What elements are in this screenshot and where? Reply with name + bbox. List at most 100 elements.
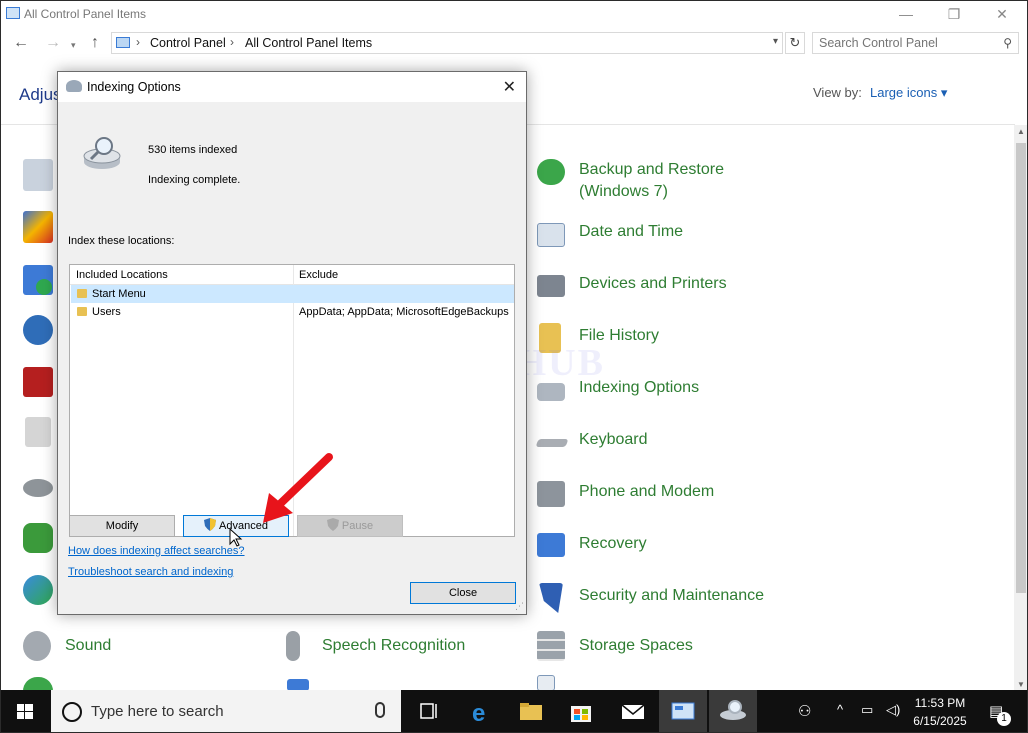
scrollbar-thumb[interactable] <box>1016 143 1026 593</box>
title-bar: All Control Panel Items — ❐ ✕ <box>1 1 1027 29</box>
back-arrow-icon[interactable]: ← <box>13 34 29 52</box>
view-by-dropdown[interactable]: Large icons ▾ <box>870 85 947 101</box>
list-header: Included Locations Exclude <box>70 265 514 285</box>
file-explorer-icon[interactable] <box>507 690 555 732</box>
dialog-title: Indexing Options <box>87 80 181 94</box>
control-panel-small-icon <box>116 37 130 48</box>
task-view-icon[interactable] <box>405 690 453 732</box>
indexing-options-dialog: Indexing Options ✕ 530 items indexed Ind… <box>57 71 527 615</box>
windows-logo-icon <box>17 704 33 719</box>
forward-arrow-icon[interactable]: → <box>45 34 61 52</box>
items-indexed-count: 530 items indexed <box>148 144 238 156</box>
resize-grip-icon[interactable]: ⋰ <box>515 601 524 612</box>
taskbar-navigation-icon[interactable] <box>537 675 555 691</box>
control-panel-taskbar-icon[interactable] <box>659 690 707 732</box>
location-exclude: AppData; AppData; MicrosoftEdgeBackups <box>299 306 509 318</box>
maximize-button[interactable]: ❐ <box>931 1 977 29</box>
page-heading: Adjus <box>19 85 62 104</box>
column-header-included[interactable]: Included Locations <box>76 269 168 281</box>
search-input[interactable] <box>819 34 999 52</box>
taskbar-search-box[interactable]: Type here to search <box>51 690 401 732</box>
cp-item-label: Sound <box>65 637 112 654</box>
indexing-disk-icon <box>83 137 121 169</box>
show-hidden-icons-chevron-icon[interactable]: ^ <box>837 702 843 717</box>
minimize-button[interactable]: — <box>883 1 929 29</box>
power-options-icon[interactable] <box>23 523 53 553</box>
edge-icon[interactable]: e <box>457 690 505 732</box>
mail-icon[interactable] <box>609 690 657 732</box>
devices-printers-icon <box>535 269 567 301</box>
list-item-users[interactable]: Users AppData; AppData; MicrosoftEdgeBac… <box>71 303 514 321</box>
column-header-exclude[interactable]: Exclude <box>299 269 338 281</box>
list-item-start-menu[interactable]: Start Menu <box>71 285 514 303</box>
uac-shield-icon <box>326 518 339 531</box>
pause-button[interactable]: Pause <box>297 515 403 537</box>
up-arrow-icon[interactable]: ↑ <box>91 34 99 52</box>
cp-item-label: Date and Time <box>579 223 684 240</box>
svg-text:e: e <box>472 700 485 727</box>
locations-list[interactable]: Included Locations Exclude Start Menu Us… <box>69 264 515 537</box>
taskbar: Type here to search e ⚇ ^ ▭ ◁) 11:53 PM <box>1 690 1027 732</box>
address-dropdown-icon[interactable]: ▾ <box>773 36 778 47</box>
close-button[interactable]: Close <box>410 582 516 604</box>
taskbar-clock[interactable]: 11:53 PM 6/15/2025 <box>909 694 971 730</box>
security-maintenance-icon <box>535 581 567 613</box>
store-icon[interactable] <box>557 690 605 732</box>
window-title: All Control Panel Items <box>24 7 147 21</box>
sync-center-icon[interactable] <box>23 677 53 691</box>
cp-item-label: Speech Recognition <box>322 637 466 654</box>
refresh-icon[interactable]: ↻ <box>785 32 805 54</box>
start-button[interactable] <box>1 690 49 732</box>
storage-spaces-icon <box>535 631 567 663</box>
index-locations-label: Index these locations: <box>68 235 175 247</box>
indexing-options-taskbar-icon[interactable] <box>709 690 757 732</box>
microphone-icon[interactable] <box>375 702 385 718</box>
scroll-down-icon[interactable]: ▼ <box>1017 680 1025 689</box>
keyboard-icon <box>535 425 569 457</box>
cp-item-label: Devices and Printers <box>579 275 727 292</box>
breadcrumb-separator: › <box>136 35 140 49</box>
microphone-icon <box>278 631 310 663</box>
control-panel-icon <box>6 7 20 19</box>
people-icon[interactable]: ⚇ <box>798 702 811 720</box>
vertical-scrollbar[interactable]: ▲ ▼ <box>1014 125 1027 691</box>
modify-button[interactable]: Modify <box>69 515 175 537</box>
folder-icon <box>77 289 87 298</box>
breadcrumb-all-items[interactable]: All Control Panel Items <box>245 36 372 50</box>
mouse-icon[interactable] <box>23 479 53 497</box>
advanced-button[interactable]: Advanced <box>183 515 289 537</box>
display-icon[interactable] <box>23 211 53 243</box>
flash-player-icon[interactable] <box>23 367 53 397</box>
search-box[interactable]: ⚲ <box>812 32 1019 54</box>
cp-item-label: Keyboard <box>579 431 648 448</box>
network-icon[interactable]: ▭ <box>861 702 873 718</box>
search-icon[interactable]: ⚲ <box>1003 36 1012 50</box>
phone-modem-icon <box>535 477 567 509</box>
breadcrumb-separator: › <box>230 35 234 49</box>
how-indexing-affects-link[interactable]: How does indexing affect searches? <box>68 545 245 557</box>
troubleshoot-link[interactable]: Troubleshoot search and indexing <box>68 566 233 578</box>
internet-options-icon[interactable] <box>25 417 51 447</box>
system-settings-icon[interactable] <box>23 159 53 191</box>
indexing-icon <box>66 80 82 92</box>
cp-item-label: Security and Maintenance <box>579 587 764 604</box>
recent-locations-chevron-icon[interactable]: ▾ <box>71 40 76 51</box>
clock-time: 11:53 PM <box>914 696 966 710</box>
scroll-up-icon[interactable]: ▲ <box>1017 127 1025 136</box>
location-name: Start Menu <box>92 288 146 300</box>
region-icon[interactable] <box>23 575 53 605</box>
cp-item-label: Storage Spaces <box>579 637 693 654</box>
volume-icon[interactable]: ◁) <box>886 702 900 718</box>
date-time-icon <box>535 217 567 249</box>
dialog-close-icon[interactable]: ✕ <box>503 77 516 97</box>
ease-of-access-icon[interactable] <box>23 315 53 345</box>
breadcrumb-control-panel[interactable]: Control Panel <box>150 36 226 50</box>
dialog-body: 530 items indexed Indexing complete. Ind… <box>58 102 526 614</box>
recovery-icon <box>535 529 567 561</box>
cp-item-label: Recovery <box>579 535 647 552</box>
close-window-button[interactable]: ✕ <box>979 1 1025 29</box>
pause-label: Pause <box>341 520 374 532</box>
indexing-status: Indexing complete. <box>148 174 241 186</box>
taskbar-search-placeholder: Type here to search <box>91 703 224 720</box>
address-bar[interactable]: › Control Panel › All Control Panel Item… <box>111 32 783 54</box>
